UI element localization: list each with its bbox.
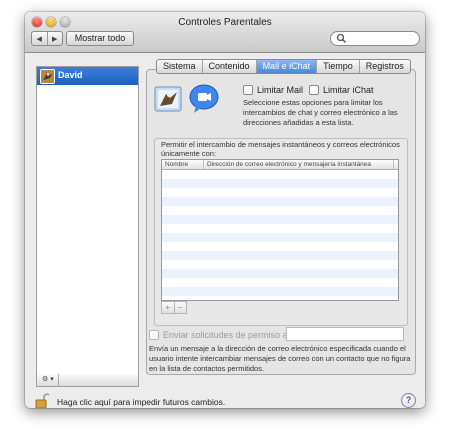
user-name: David <box>58 70 83 80</box>
lock-message: Haga clic aquí para impedir futuros camb… <box>57 397 226 407</box>
permission-description: Envía un mensaje a la dirección de corre… <box>149 344 411 373</box>
permission-label: Enviar solicitudes de permiso a: <box>163 330 291 340</box>
show-all-button[interactable]: Mostrar todo <box>66 31 134 46</box>
tab-bar: Sistema Contenido Mail e iChat Tiempo Re… <box>156 59 411 74</box>
tab-mail-ichat[interactable]: Mail e iChat <box>255 60 317 73</box>
user-avatar <box>40 69 55 84</box>
help-button[interactable]: ? <box>401 393 416 408</box>
limit-ichat-label: Limitar iChat <box>323 85 374 95</box>
permission-email-input[interactable] <box>286 327 404 341</box>
remove-contact-button[interactable]: − <box>173 302 187 313</box>
limit-description: Seleccione estas opciones para limitar l… <box>243 98 398 127</box>
user-row-david[interactable]: David <box>37 67 138 85</box>
table-header: Nombre Dirección de correo electrónico y… <box>162 160 398 170</box>
tab-sistema[interactable]: Sistema <box>157 60 202 73</box>
search-icon <box>336 33 347 44</box>
column-header-name[interactable]: Nombre <box>162 160 204 169</box>
back-forward-group: ◀ ▶ <box>31 31 63 46</box>
lock-icon[interactable] <box>35 392 49 408</box>
user-list[interactable]: David <box>36 66 139 376</box>
tab-contenido[interactable]: Contenido <box>201 60 256 73</box>
limit-ichat-checkbox[interactable] <box>309 85 319 95</box>
table-row <box>162 233 398 242</box>
window-title: Controles Parentales <box>178 17 272 28</box>
gear-menu-button[interactable]: ⚙ ▾ <box>39 374 59 386</box>
table-row <box>162 179 398 188</box>
table-row <box>162 251 398 260</box>
add-contact-button[interactable]: + <box>162 302 174 313</box>
tab-registros[interactable]: Registros <box>358 60 410 73</box>
eagle-avatar-icon <box>41 70 54 83</box>
table-row <box>162 215 398 224</box>
allowed-contacts-label: Permitir el intercambio de mensajes inst… <box>161 140 400 158</box>
table-row <box>162 197 398 206</box>
forward-button[interactable]: ▶ <box>46 32 63 45</box>
search-field[interactable] <box>330 31 420 46</box>
parental-controls-window: Controles Parentales ◀ ▶ Mostrar todo Da… <box>25 12 425 408</box>
limit-mail-checkbox[interactable] <box>243 85 253 95</box>
table-row <box>162 287 398 296</box>
ichat-app-icon <box>189 84 219 113</box>
table-row <box>162 269 398 278</box>
forward-arrow-icon: ▶ <box>52 35 58 43</box>
back-button[interactable]: ◀ <box>32 32 47 45</box>
limit-mail-label: Limitar Mail <box>257 85 304 95</box>
permission-option[interactable]: Enviar solicitudes de permiso a: <box>149 329 290 341</box>
back-arrow-icon: ◀ <box>36 35 42 43</box>
column-header-address[interactable]: Dirección de correo electrónico y mensaj… <box>204 160 394 169</box>
limit-mail-option[interactable]: Limitar Mail <box>243 84 303 96</box>
allowed-contacts-table[interactable]: Nombre Dirección de correo electrónico y… <box>161 159 399 301</box>
add-remove-buttons: + − <box>161 301 187 314</box>
mail-app-icon <box>154 86 182 112</box>
limit-ichat-option[interactable]: Limitar iChat <box>309 84 374 96</box>
sidebar-action-bar: ⚙ ▾ <box>36 374 139 387</box>
tab-tiempo[interactable]: Tiempo <box>316 60 359 73</box>
title-bar: Controles Parentales ◀ ▶ Mostrar todo <box>25 12 425 53</box>
permission-checkbox[interactable] <box>149 330 159 340</box>
